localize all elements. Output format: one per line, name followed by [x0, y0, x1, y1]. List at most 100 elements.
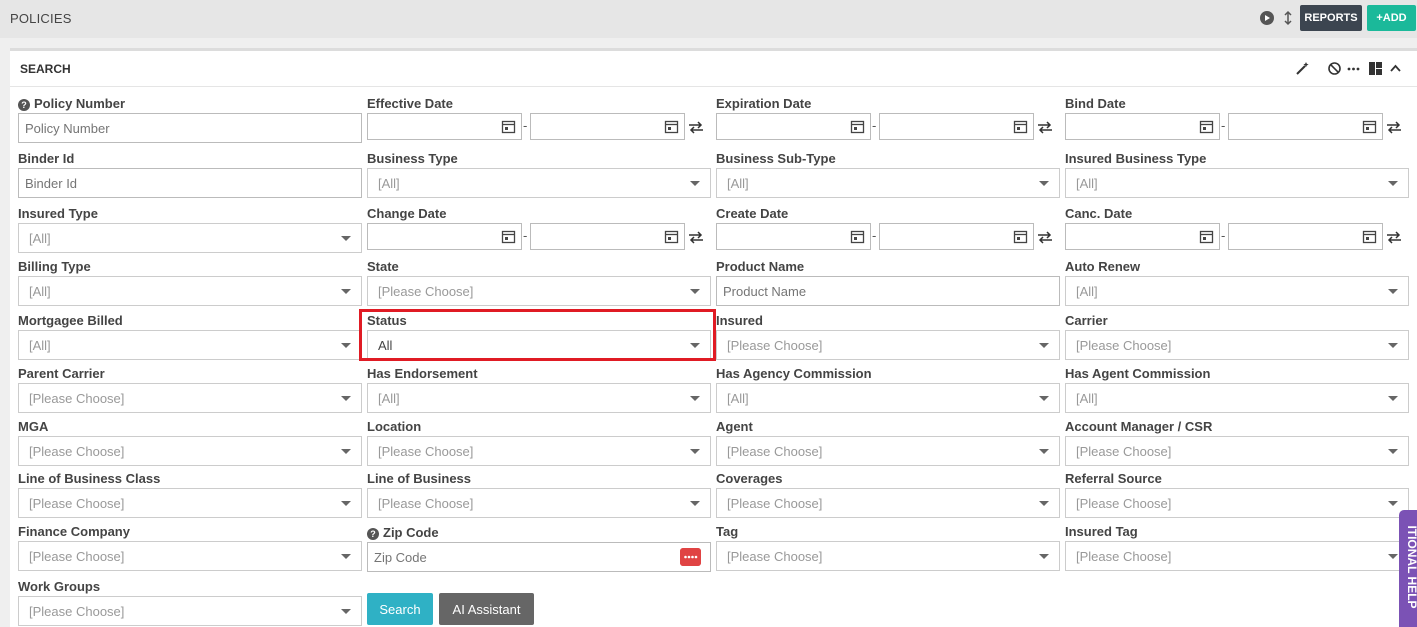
expiration-date-to-input[interactable] — [879, 113, 1034, 140]
canc-date-from-input[interactable] — [1065, 223, 1220, 250]
canc-date-to-input[interactable] — [1228, 223, 1383, 250]
search-panel-title: SEARCH — [20, 62, 71, 76]
vertical-resize-icon[interactable] — [1280, 10, 1296, 26]
business-sub-type-select[interactable]: [All] — [716, 168, 1060, 198]
calendar-icon[interactable] — [1013, 229, 1028, 244]
change-date-label: Change Date — [367, 206, 447, 221]
date-range-dash: - — [523, 228, 528, 243]
calendar-icon[interactable] — [501, 119, 516, 134]
policy-number-input[interactable] — [18, 113, 362, 143]
work-groups-select[interactable]: [Please Choose] — [18, 596, 362, 626]
insured-type-select[interactable]: [All] — [18, 223, 362, 253]
binder-id-input[interactable] — [18, 168, 362, 198]
has-endorsement-select[interactable]: [All] — [367, 383, 711, 413]
expiration-date-label: Expiration Date — [716, 96, 812, 111]
location-select[interactable]: [Please Choose] — [367, 436, 711, 466]
reports-button[interactable]: REPORTS — [1300, 5, 1362, 31]
mortgagee-billed-label: Mortgagee Billed — [18, 313, 123, 328]
has-agency-commission-label: Has Agency Commission — [716, 366, 872, 381]
calendar-icon[interactable] — [1362, 119, 1377, 134]
chevron-down-icon — [690, 449, 700, 454]
chevron-down-icon — [341, 343, 351, 348]
calendar-icon[interactable] — [1362, 229, 1377, 244]
lob-class-select[interactable]: [Please Choose] — [18, 488, 362, 518]
expiration-date-from-input[interactable] — [716, 113, 871, 140]
chevron-down-icon — [1388, 396, 1398, 401]
chevron-down-icon — [1388, 449, 1398, 454]
calendar-icon[interactable] — [850, 229, 865, 244]
chevron-down-icon — [1388, 501, 1398, 506]
zip-code-input[interactable] — [367, 542, 711, 572]
billing-type-select[interactable]: [All] — [18, 276, 362, 306]
business-type-select[interactable]: [All] — [367, 168, 711, 198]
effective-date-from-input[interactable] — [367, 113, 522, 140]
calendar-icon[interactable] — [1199, 119, 1214, 134]
referral-source-label: Referral Source — [1065, 471, 1162, 486]
chevron-down-icon — [1039, 501, 1049, 506]
create-date-from-input[interactable] — [716, 223, 871, 250]
clear-filter-icon[interactable] — [1327, 61, 1342, 76]
add-button[interactable]: +ADD — [1367, 5, 1416, 31]
layout-icon[interactable] — [1368, 61, 1383, 76]
create-date-to-input[interactable] — [879, 223, 1034, 250]
effective-date-to-input[interactable] — [530, 113, 685, 140]
play-icon[interactable] — [1259, 10, 1275, 26]
create-date-label: Create Date — [716, 206, 789, 221]
bind-date-to-input[interactable] — [1228, 113, 1383, 140]
swap-arrows-icon[interactable] — [1036, 120, 1054, 134]
calendar-icon[interactable] — [1199, 229, 1214, 244]
product-name-input[interactable] — [716, 276, 1060, 306]
agent-select[interactable]: [Please Choose] — [716, 436, 1060, 466]
state-select[interactable]: [Please Choose] — [367, 276, 711, 306]
change-date-to-input[interactable] — [530, 223, 685, 250]
chevron-down-icon — [690, 501, 700, 506]
password-dots-icon[interactable] — [680, 548, 701, 566]
swap-arrows-icon[interactable] — [1385, 230, 1403, 244]
mortgagee-billed-select[interactable]: [All] — [18, 330, 362, 360]
auto-renew-select[interactable]: [All] — [1065, 276, 1409, 306]
mga-select[interactable]: [Please Choose] — [18, 436, 362, 466]
agent-label: Agent — [716, 419, 753, 434]
date-range-dash: - — [1221, 118, 1226, 133]
collapse-chevron-icon[interactable] — [1388, 61, 1403, 76]
insured-tag-select[interactable]: [Please Choose] — [1065, 541, 1409, 571]
account-manager-select[interactable]: [Please Choose] — [1065, 436, 1409, 466]
date-range-dash: - — [523, 118, 528, 133]
ai-assistant-button[interactable]: AI Assistant — [439, 593, 534, 625]
calendar-icon[interactable] — [1013, 119, 1028, 134]
chevron-down-icon — [341, 396, 351, 401]
help-question-icon[interactable]: ? — [18, 99, 30, 111]
product-name-label: Product Name — [716, 259, 805, 274]
chevron-down-icon — [690, 396, 700, 401]
change-date-from-input[interactable] — [367, 223, 522, 250]
search-button[interactable]: Search — [367, 593, 433, 625]
magic-wand-icon[interactable] — [1295, 61, 1310, 76]
insured-type-label: Insured Type — [18, 206, 98, 221]
calendar-icon[interactable] — [664, 119, 679, 134]
swap-arrows-icon[interactable] — [1385, 120, 1403, 134]
chevron-down-icon — [341, 449, 351, 454]
lob-select[interactable]: [Please Choose] — [367, 488, 711, 518]
swap-arrows-icon[interactable] — [687, 120, 705, 134]
coverages-select[interactable]: [Please Choose] — [716, 488, 1060, 518]
calendar-icon[interactable] — [664, 229, 679, 244]
bind-date-from-input[interactable] — [1065, 113, 1220, 140]
finance-company-select[interactable]: [Please Choose] — [18, 541, 362, 571]
insured-select[interactable]: [Please Choose] — [716, 330, 1060, 360]
parent-carrier-select[interactable]: [Please Choose] — [18, 383, 362, 413]
more-options-icon[interactable] — [1346, 61, 1361, 76]
calendar-icon[interactable] — [501, 229, 516, 244]
carrier-select[interactable]: [Please Choose] — [1065, 330, 1409, 360]
swap-arrows-icon[interactable] — [1036, 230, 1054, 244]
additional-help-tab[interactable]: ITIONAL HELP — [1399, 510, 1417, 627]
help-question-icon[interactable]: ? — [367, 528, 379, 540]
swap-arrows-icon[interactable] — [687, 230, 705, 244]
date-range-dash: - — [872, 228, 877, 243]
insured-business-type-select[interactable]: [All] — [1065, 168, 1409, 198]
tag-select[interactable]: [Please Choose] — [716, 541, 1060, 571]
calendar-icon[interactable] — [850, 119, 865, 134]
has-agency-commission-select[interactable]: [All] — [716, 383, 1060, 413]
referral-source-select[interactable]: [Please Choose] — [1065, 488, 1409, 518]
chevron-down-icon — [1388, 554, 1398, 559]
has-agent-commission-select[interactable]: [All] — [1065, 383, 1409, 413]
